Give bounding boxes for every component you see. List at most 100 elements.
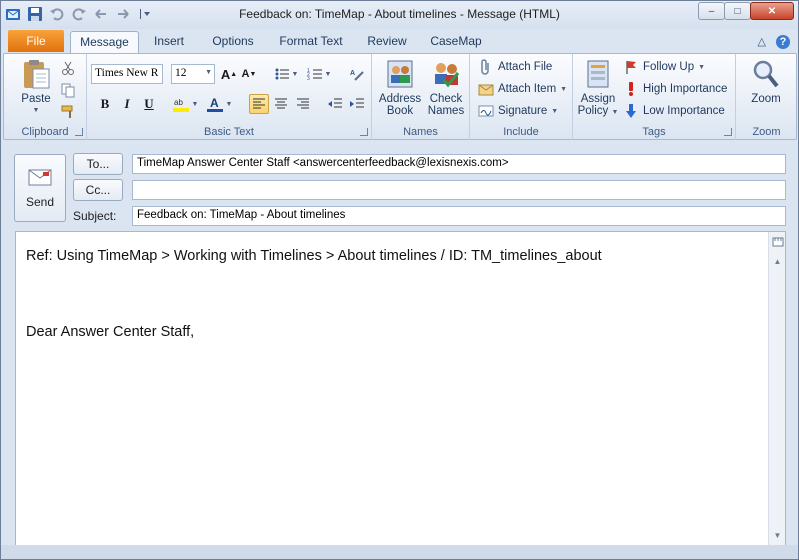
low-importance-button[interactable]: Low Importance — [623, 101, 725, 121]
window-title: Feedback on: TimeMap - About timelines -… — [239, 7, 560, 21]
chevron-down-icon[interactable]: ▼ — [190, 94, 200, 114]
tab-options[interactable]: Options — [203, 31, 263, 53]
attach-item-label: Attach Item — [498, 83, 557, 95]
status-bar — [1, 545, 798, 559]
chevron-down-icon: ▼ — [698, 63, 706, 71]
chevron-down-icon[interactable]: ▼ — [323, 64, 333, 84]
tab-review[interactable]: Review — [359, 31, 415, 53]
ruler-toggle-icon[interactable] — [770, 234, 785, 249]
outlook-message-window: Feedback on: TimeMap - About timelines -… — [0, 0, 799, 560]
body-greeting: Dear Answer Center Staff, — [26, 324, 195, 340]
bullets-icon[interactable] — [272, 64, 292, 84]
styles-icon[interactable]: A — [347, 64, 367, 84]
subject-field[interactable]: Feedback on: TimeMap - About timelines — [132, 206, 786, 226]
svg-text:A: A — [210, 96, 219, 110]
check-names-label-1: Check — [429, 93, 463, 105]
magnifier-icon — [750, 58, 782, 90]
follow-up-label: Follow Up — [643, 61, 695, 73]
dialog-launcher-icon[interactable] — [724, 128, 732, 136]
to-field[interactable]: TimeMap Answer Center Staff <answercente… — [132, 154, 786, 174]
ribbon: Paste ▼ Clipboard Times New R 12 ▼ A ▲ A… — [3, 53, 797, 140]
message-body[interactable]: Ref: Using TimeMap > Working with Timeli… — [15, 231, 786, 546]
include-group-label: Include — [503, 126, 539, 138]
chevron-down-icon[interactable]: ▼ — [224, 94, 234, 114]
decrease-indent-icon[interactable] — [325, 94, 345, 114]
body-ref-line: Ref: Using TimeMap > Working with Timeli… — [26, 248, 602, 264]
paste-label: Paste — [21, 93, 51, 105]
signature-button[interactable]: Signature ▼ — [478, 101, 558, 121]
font-name-select[interactable]: Times New R — [91, 64, 163, 84]
font-size-select[interactable]: 12 ▼ — [171, 64, 215, 84]
cut-button[interactable] — [60, 58, 76, 78]
grow-font-icon[interactable]: A ▲ — [219, 64, 239, 84]
zoom-label: Zoom — [751, 93, 781, 105]
scroll-up-icon[interactable]: ▲ — [770, 254, 785, 269]
scroll-down-icon[interactable]: ▼ — [770, 528, 785, 543]
tab-insert[interactable]: Insert — [141, 31, 197, 53]
attach-file-label: Attach File — [498, 61, 553, 73]
cc-field[interactable] — [132, 180, 786, 200]
zoom-group: Zoom Zoom — [736, 54, 797, 140]
close-button[interactable]: ✕ — [750, 2, 794, 20]
help-icon[interactable]: ? — [776, 35, 790, 49]
ribbon-help-controls: △ ? — [758, 35, 790, 49]
bold-icon[interactable]: B — [95, 94, 115, 114]
address-book-label-2: Book — [386, 105, 414, 117]
tab-file[interactable]: File — [8, 30, 64, 52]
align-center-icon[interactable] — [271, 94, 291, 114]
send-icon — [25, 165, 55, 191]
font-color-icon[interactable]: A — [205, 94, 225, 114]
scissors-icon — [60, 60, 76, 76]
chevron-down-icon: ▼ — [551, 107, 559, 115]
maximize-button[interactable]: □ — [724, 2, 751, 20]
address-book-icon — [384, 58, 416, 90]
send-label: Send — [25, 195, 55, 209]
shrink-font-icon[interactable]: A ▼ — [239, 64, 259, 84]
format-painter-button[interactable] — [60, 102, 76, 122]
to-button[interactable]: To... — [73, 153, 123, 175]
tags-group-label: Tags — [642, 126, 666, 138]
tab-casemap[interactable]: CaseMap — [421, 31, 491, 53]
minimize-ribbon-icon[interactable]: △ — [758, 35, 766, 49]
svg-text:A: A — [350, 70, 355, 77]
tab-message[interactable]: Message — [70, 31, 139, 53]
align-right-icon[interactable] — [293, 94, 313, 114]
low-importance-label: Low Importance — [643, 105, 725, 117]
dialog-launcher-icon[interactable] — [360, 128, 368, 136]
follow-up-button[interactable]: Follow Up ▼ — [623, 57, 705, 77]
paste-button[interactable]: Paste ▼ — [12, 58, 60, 117]
italic-icon[interactable]: I — [117, 94, 137, 114]
zoom-button[interactable]: Zoom — [742, 58, 790, 105]
tab-format-text[interactable]: Format Text — [271, 31, 351, 53]
increase-indent-icon[interactable] — [347, 94, 367, 114]
format-painter-icon — [60, 104, 76, 120]
underline-icon[interactable]: U — [139, 94, 159, 114]
svg-text:ab: ab — [174, 98, 183, 107]
window-controls: – □ ✕ — [698, 2, 794, 20]
minimize-button[interactable]: – — [698, 2, 725, 20]
copy-button[interactable] — [60, 80, 76, 100]
assign-policy-label-1: Assign — [580, 93, 616, 105]
chevron-down-icon: ▼ — [32, 107, 40, 114]
chevron-down-icon: ▼ — [205, 69, 212, 76]
compose-header: Send To... Cc... Subject: TimeMap Answer… — [9, 147, 790, 230]
address-book-label-1: Address — [378, 93, 422, 105]
dialog-launcher-icon[interactable] — [75, 128, 83, 136]
paperclip-icon — [478, 59, 494, 75]
chevron-down-icon[interactable]: ▼ — [290, 64, 300, 84]
send-button[interactable]: Send — [14, 154, 66, 222]
highlight-icon[interactable]: ab — [171, 94, 191, 114]
attach-item-button[interactable]: Attach Item ▼ — [478, 79, 567, 99]
cc-button[interactable]: Cc... — [73, 179, 123, 201]
address-book-button[interactable]: Address Book — [376, 58, 424, 117]
high-importance-button[interactable]: High Importance — [623, 79, 727, 99]
attach-file-button[interactable]: Attach File — [478, 57, 552, 77]
signature-label: Signature — [498, 105, 548, 117]
assign-policy-button[interactable]: Assign Policy ▼ — [575, 58, 621, 119]
vertical-scrollbar[interactable]: ▲ ▼ — [768, 232, 785, 545]
numbering-icon[interactable]: 123 — [305, 64, 325, 84]
check-names-button[interactable]: Check Names — [424, 58, 468, 117]
check-names-label-2: Names — [427, 105, 465, 117]
align-left-icon[interactable] — [249, 94, 269, 114]
paste-icon — [20, 58, 52, 90]
